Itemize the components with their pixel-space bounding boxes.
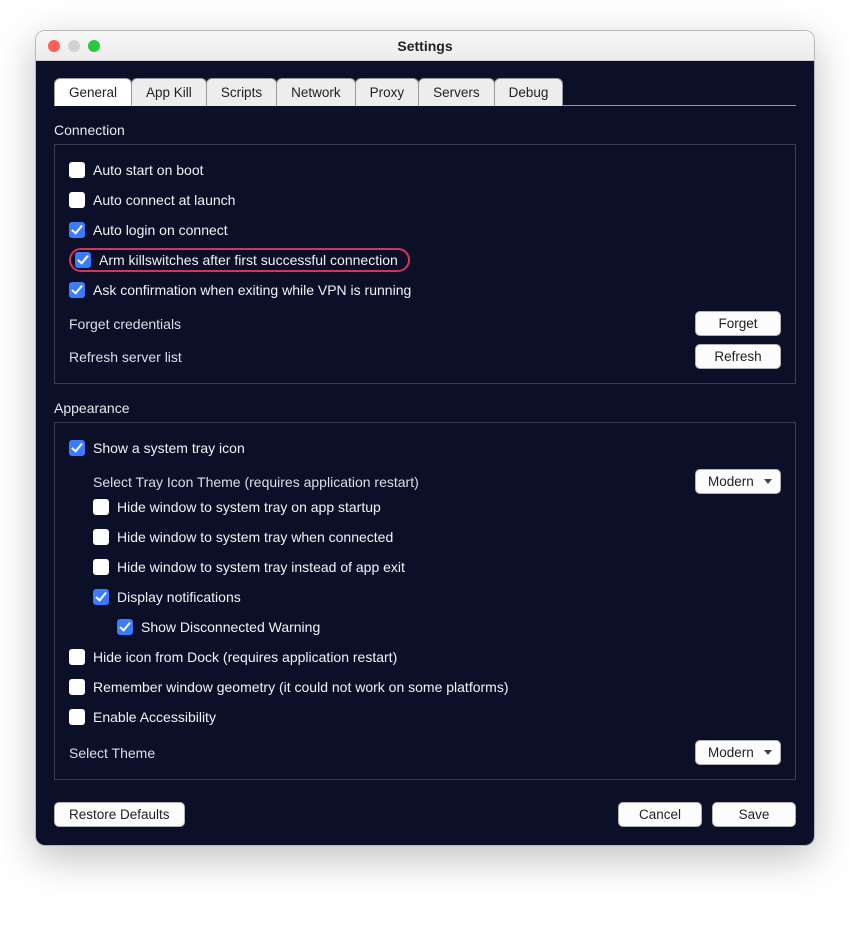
row-forget: Forget credentials Forget: [69, 311, 781, 336]
tab-proxy[interactable]: Proxy: [355, 78, 420, 106]
checkbox-auto-start[interactable]: [69, 162, 85, 178]
checkbox-arm-killswitch[interactable]: [75, 252, 91, 268]
label-hide-startup: Hide window to system tray on app startu…: [117, 499, 381, 515]
label-hide-connected: Hide window to system tray when connecte…: [117, 529, 393, 545]
checkbox-auto-login[interactable]: [69, 222, 85, 238]
titlebar: Settings: [36, 31, 814, 61]
checkbox-notifications[interactable]: [93, 589, 109, 605]
cancel-button[interactable]: Cancel: [618, 802, 702, 827]
row-hide-dock: Hide icon from Dock (requires applicatio…: [69, 644, 781, 670]
group-box-appearance: Show a system tray icon Select Tray Icon…: [54, 422, 796, 780]
refresh-button[interactable]: Refresh: [695, 344, 781, 369]
chevron-down-icon: [764, 479, 772, 484]
label-tray-theme: Select Tray Icon Theme (requires applica…: [93, 474, 419, 490]
row-show-tray: Show a system tray icon: [69, 435, 781, 461]
select-tray-theme-value: Modern: [708, 474, 754, 489]
label-ask-confirm: Ask confirmation when exiting while VPN …: [93, 282, 411, 298]
group-box-connection: Auto start on boot Auto connect at launc…: [54, 144, 796, 384]
label-auto-connect: Auto connect at launch: [93, 192, 235, 208]
window-title: Settings: [36, 38, 814, 54]
row-disconnected-warn: Show Disconnected Warning: [69, 614, 781, 640]
content-area: General App Kill Scripts Network Proxy S…: [36, 61, 814, 845]
tab-general[interactable]: General: [54, 78, 132, 106]
label-hide-exit: Hide window to system tray instead of ap…: [117, 559, 405, 575]
row-tray-theme: Select Tray Icon Theme (requires applica…: [69, 469, 781, 494]
select-tray-theme[interactable]: Modern: [695, 469, 781, 494]
restore-defaults-button[interactable]: Restore Defaults: [54, 802, 185, 827]
settings-window: Settings General App Kill Scripts Networ…: [35, 30, 815, 846]
row-hide-exit: Hide window to system tray instead of ap…: [69, 554, 781, 580]
row-auto-login: Auto login on connect: [69, 217, 781, 243]
tab-app-kill[interactable]: App Kill: [131, 78, 207, 106]
tab-network[interactable]: Network: [276, 78, 356, 106]
checkbox-accessibility[interactable]: [69, 709, 85, 725]
tab-scripts[interactable]: Scripts: [206, 78, 277, 106]
row-hide-connected: Hide window to system tray when connecte…: [69, 524, 781, 550]
tab-debug[interactable]: Debug: [494, 78, 564, 106]
row-auto-connect: Auto connect at launch: [69, 187, 781, 213]
select-theme[interactable]: Modern: [695, 740, 781, 765]
tab-servers[interactable]: Servers: [418, 78, 495, 106]
forget-button[interactable]: Forget: [695, 311, 781, 336]
label-auto-start: Auto start on boot: [93, 162, 204, 178]
row-notifications: Display notifications: [69, 584, 781, 610]
label-show-tray: Show a system tray icon: [93, 440, 245, 456]
chevron-down-icon: [764, 750, 772, 755]
checkbox-disconnected-warn[interactable]: [117, 619, 133, 635]
highlight-arm-killswitch: Arm killswitches after first successful …: [69, 248, 410, 272]
group-appearance: Appearance Show a system tray icon Selec…: [54, 400, 796, 780]
tab-bar: General App Kill Scripts Network Proxy S…: [54, 77, 796, 106]
row-hide-startup: Hide window to system tray on app startu…: [69, 494, 781, 520]
label-disconnected-warn: Show Disconnected Warning: [141, 619, 320, 635]
row-accessibility: Enable Accessibility: [69, 704, 781, 730]
row-ask-confirm: Ask confirmation when exiting while VPN …: [69, 277, 781, 303]
label-accessibility: Enable Accessibility: [93, 709, 216, 725]
label-notifications: Display notifications: [117, 589, 241, 605]
group-label-appearance: Appearance: [54, 400, 796, 416]
row-select-theme: Select Theme Modern: [69, 740, 781, 765]
label-refresh-server-list: Refresh server list: [69, 349, 182, 365]
group-connection: Connection Auto start on boot Auto conne…: [54, 122, 796, 384]
row-remember-geometry: Remember window geometry (it could not w…: [69, 674, 781, 700]
label-auto-login: Auto login on connect: [93, 222, 228, 238]
checkbox-hide-connected[interactable]: [93, 529, 109, 545]
label-arm-killswitch: Arm killswitches after first successful …: [99, 252, 398, 268]
row-refresh: Refresh server list Refresh: [69, 344, 781, 369]
checkbox-ask-confirm[interactable]: [69, 282, 85, 298]
row-auto-start: Auto start on boot: [69, 157, 781, 183]
checkbox-hide-dock[interactable]: [69, 649, 85, 665]
checkbox-show-tray[interactable]: [69, 440, 85, 456]
row-arm-killswitch: Arm killswitches after first successful …: [69, 247, 781, 273]
footer: Restore Defaults Cancel Save: [54, 802, 796, 827]
checkbox-hide-exit[interactable]: [93, 559, 109, 575]
label-forget-credentials: Forget credentials: [69, 316, 181, 332]
label-hide-dock: Hide icon from Dock (requires applicatio…: [93, 649, 397, 665]
checkbox-auto-connect[interactable]: [69, 192, 85, 208]
checkbox-remember-geometry[interactable]: [69, 679, 85, 695]
save-button[interactable]: Save: [712, 802, 796, 827]
group-label-connection: Connection: [54, 122, 796, 138]
label-select-theme: Select Theme: [69, 745, 155, 761]
checkbox-hide-startup[interactable]: [93, 499, 109, 515]
label-remember-geometry: Remember window geometry (it could not w…: [93, 679, 509, 695]
select-theme-value: Modern: [708, 745, 754, 760]
